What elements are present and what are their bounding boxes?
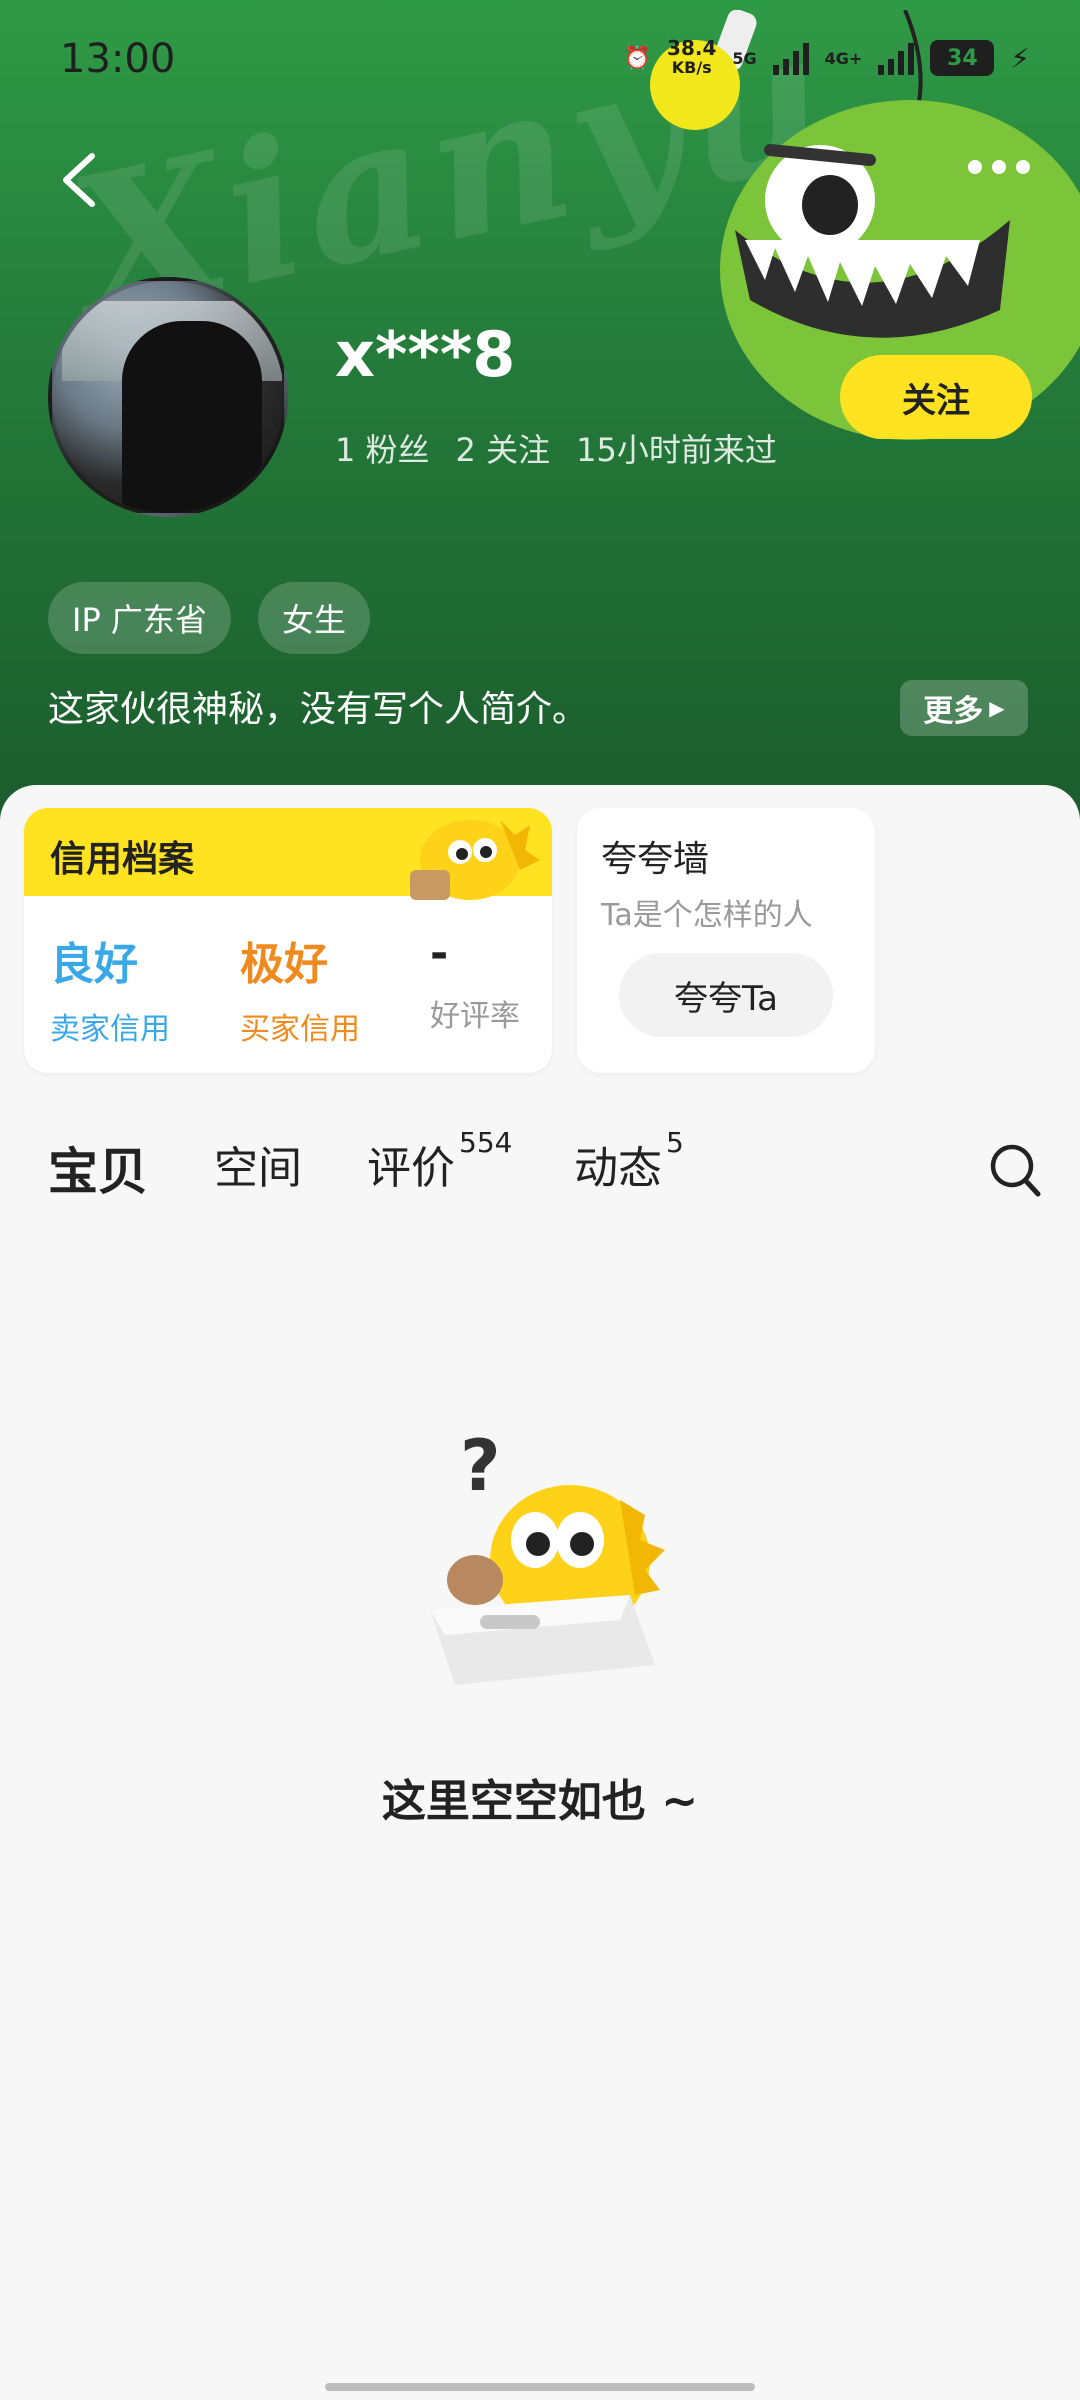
battery-icon: 34: [930, 40, 995, 76]
seller-credit: 良好 卖家信用: [50, 939, 170, 1047]
svg-text:?: ?: [460, 1425, 501, 1507]
tab-items[interactable]: 宝贝: [48, 1132, 148, 1204]
empty-state-text: 这里空空如也 ~: [381, 1776, 699, 1827]
status-bar: 13:00 ⏰ 38.4 KB/s 5G 4G+ 34 ⚡: [0, 0, 1080, 120]
fish-mascot-icon: [410, 820, 540, 900]
praise-wall-card: 夸夸墙 Ta是个怎样的人 夸夸Ta: [577, 808, 875, 1073]
praise-subtitle: Ta是个怎样的人: [601, 898, 813, 933]
last-seen: 15小时前来过: [576, 431, 777, 469]
back-arrow-icon[interactable]: [56, 150, 102, 210]
status-time: 13:00: [60, 36, 176, 82]
profile-stats: 1 粉丝 2 关注 15小时前来过: [335, 425, 777, 471]
credit-title: 信用档案: [50, 839, 195, 880]
profile-header: Xianyu 13:00 ⏰ 38.4 KB/s 5G 4G+ 34 ⚡ x**…: [0, 0, 1080, 820]
status-icons: ⏰ 38.4 KB/s 5G 4G+ 34 ⚡: [624, 38, 1030, 78]
praise-button[interactable]: 夸夸Ta: [619, 953, 833, 1037]
avatar[interactable]: [48, 277, 288, 517]
signal-bars-icon: [772, 41, 809, 75]
signal-bars-icon-2: [878, 41, 915, 75]
gender-tag: 女生: [258, 582, 371, 654]
activity-count: 5: [666, 1126, 684, 1159]
signal-5g-label: 5G: [732, 48, 757, 68]
follow-button[interactable]: 关注: [840, 355, 1032, 439]
network-speed: 38.4 KB/s: [667, 36, 717, 77]
followers-count[interactable]: 1 粉丝: [335, 425, 430, 471]
buyer-credit: 极好 买家信用: [240, 939, 360, 1047]
username: x***8: [335, 318, 516, 391]
more-options-icon[interactable]: [968, 160, 1030, 174]
tab-space[interactable]: 空间: [214, 1132, 302, 1196]
praise-title: 夸夸墙: [601, 839, 710, 880]
reviews-count: 554: [459, 1126, 513, 1159]
search-icon[interactable]: [988, 1140, 1044, 1200]
charging-icon: ⚡: [1010, 41, 1030, 75]
bio-more-button[interactable]: 更多 ▶: [900, 680, 1028, 736]
empty-box-mascot-icon: ?: [430, 1425, 665, 1685]
home-indicator[interactable]: [325, 2383, 755, 2391]
alarm-icon: ⏰: [623, 45, 652, 71]
ip-location-tag: IP 广东省: [48, 582, 231, 654]
tab-reviews[interactable]: 评价554: [367, 1126, 512, 1196]
profile-tabs: 宝贝 空间 评价554 动态5: [0, 1120, 1080, 1220]
positive-rate: - 好评率: [430, 928, 520, 1034]
following-count[interactable]: 2 关注: [456, 425, 551, 471]
play-triangle-icon: ▶: [989, 696, 1005, 720]
tab-activity[interactable]: 动态5: [574, 1126, 684, 1196]
signal-4g-label: 4G+: [824, 48, 863, 68]
bio-text: 这家伙很神秘，没有写个人简介。: [48, 689, 589, 730]
